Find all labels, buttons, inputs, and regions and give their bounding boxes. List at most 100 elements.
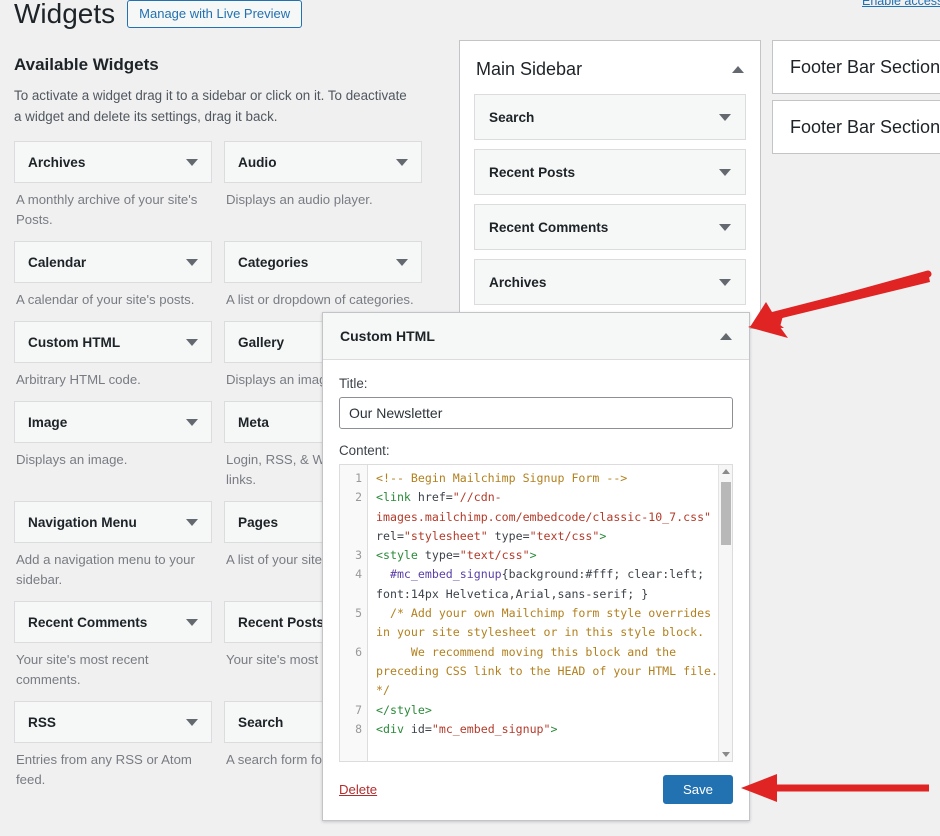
widget-description: A monthly archive of your site's Posts.	[16, 192, 198, 227]
available-widgets-title: Available Widgets	[14, 55, 159, 74]
widget-name: RSS	[28, 714, 56, 730]
available-widget-cell: Recent Comments Your site's most recent c…	[14, 601, 224, 701]
caret-down-icon[interactable]	[186, 418, 198, 426]
scroll-down-arrow-icon[interactable]	[722, 752, 730, 757]
code-line: <link href="//cdn-images.mailchimp.com/e…	[376, 488, 724, 546]
custom-html-panel-footer: Delete Save	[323, 762, 749, 820]
code-line: <!-- Begin Mailchimp Signup Form -->	[376, 469, 724, 488]
caret-down-icon[interactable]	[186, 618, 198, 626]
save-button[interactable]: Save	[662, 775, 733, 804]
code-token: We recommend moving this block and the p…	[376, 644, 719, 698]
code-token: >	[550, 721, 558, 736]
scrollbar-thumb[interactable]	[721, 482, 731, 545]
code-token: <!-- Begin Mailchimp Signup Form -->	[376, 471, 628, 485]
available-widget-rss[interactable]: RSS	[14, 701, 212, 743]
custom-html-panel-header[interactable]: Custom HTML	[323, 313, 749, 360]
widget-name: Recent Comments	[28, 614, 148, 630]
caret-down-icon[interactable]	[396, 258, 408, 266]
code-line: We recommend moving this block and the p…	[376, 643, 724, 701]
available-widget-cell: Categories A list or dropdown of categori…	[224, 241, 434, 321]
code-line: <div id="mc_embed_signup">	[376, 720, 724, 739]
caret-down-icon[interactable]	[186, 518, 198, 526]
delete-link[interactable]: Delete	[339, 782, 377, 797]
widget-name: Recent Comments	[489, 219, 609, 235]
available-widget-cell: Image Displays an image.	[14, 401, 224, 501]
available-widget-cell: Archives A monthly archive of your site's…	[14, 141, 224, 241]
available-widget-categories[interactable]: Categories	[224, 241, 422, 283]
footer-sidebars-column: Footer Bar Section 1 Footer Bar Section 2	[772, 40, 940, 160]
code-gutter: 1 2 3 4 5 6 7 8	[340, 465, 368, 761]
sidebar-widget-recent-posts[interactable]: Recent Posts	[474, 149, 746, 195]
caret-down-icon[interactable]	[719, 113, 731, 121]
footer-bar-section-1[interactable]: Footer Bar Section 1	[772, 40, 940, 94]
line-number: 6	[355, 645, 362, 659]
available-widget-archives[interactable]: Archives	[14, 141, 212, 183]
available-widget-recent-comments[interactable]: Recent Comments	[14, 601, 212, 643]
sidebar-widget-recent-comments[interactable]: Recent Comments	[474, 204, 746, 250]
title-input[interactable]	[339, 397, 733, 429]
code-token: href=	[417, 490, 453, 505]
code-token: #mc_embed_signup	[376, 567, 502, 582]
widget-description: A list or dropdown of categories.	[226, 292, 414, 307]
custom-html-panel-title: Custom HTML	[340, 328, 435, 344]
widget-name: Archives	[489, 274, 547, 290]
scroll-up-arrow-icon[interactable]	[722, 469, 730, 474]
line-number: 7	[355, 703, 362, 717]
caret-down-icon[interactable]	[719, 278, 731, 286]
footer-section-title: Footer Bar Section 1	[790, 56, 940, 77]
custom-html-widget-panel: Custom HTML Title: Content: 1 2 3 4 5 6 7 8 <!-…	[322, 312, 750, 821]
widget-description: A calendar of your site's posts.	[16, 292, 195, 307]
widget-description: Entries from any RSS or Atom feed.	[16, 752, 192, 787]
code-token: <style	[376, 548, 425, 563]
widget-name: Navigation Menu	[28, 514, 137, 530]
available-widget-navigation-menu[interactable]: Navigation Menu	[14, 501, 212, 543]
footer-bar-section-2[interactable]: Footer Bar Section 2	[772, 100, 940, 154]
code-token: type=	[424, 548, 460, 563]
caret-down-icon[interactable]	[186, 158, 198, 166]
caret-down-icon[interactable]	[719, 168, 731, 176]
widget-description: Displays an audio player.	[226, 192, 373, 207]
caret-down-icon[interactable]	[186, 258, 198, 266]
custom-html-panel-body: Title: Content: 1 2 3 4 5 6 7 8 <!-- Begin Mail…	[323, 360, 749, 762]
sidebar-widget-search[interactable]: Search	[474, 94, 746, 140]
available-widget-calendar[interactable]: Calendar	[14, 241, 212, 283]
widget-name: Categories	[238, 254, 309, 270]
code-line: </style>	[376, 701, 724, 720]
available-widget-custom-html[interactable]: Custom HTML	[14, 321, 212, 363]
code-content-area[interactable]: <!-- Begin Mailchimp Signup Form --> <lin…	[368, 465, 732, 761]
available-widget-cell: Audio Displays an audio player.	[224, 141, 434, 241]
available-widget-cell: Calendar A calendar of your site's posts.	[14, 241, 224, 321]
line-number: 3	[355, 548, 362, 562]
code-editor[interactable]: 1 2 3 4 5 6 7 8 <!-- Begin Mailchimp Signup For…	[339, 464, 733, 762]
widget-name: Meta	[238, 414, 269, 430]
caret-up-icon[interactable]	[720, 332, 732, 340]
available-widget-image[interactable]: Image	[14, 401, 212, 443]
main-sidebar-panel: Main Sidebar Search Recent Posts Recent Co…	[459, 40, 761, 329]
widget-description: Your site's most recent comments.	[16, 652, 149, 687]
code-line: #mc_embed_signup{background:#fff; clear:…	[376, 565, 724, 604]
code-token: "stylesheet"	[403, 528, 488, 543]
available-widget-audio[interactable]: Audio	[224, 141, 422, 183]
caret-up-icon[interactable]	[732, 66, 744, 73]
available-widget-cell: Custom HTML Arbitrary HTML code.	[14, 321, 224, 401]
widget-name: Search	[238, 714, 284, 730]
manage-with-live-preview-button[interactable]: Manage with Live Preview	[127, 0, 303, 28]
accessibility-mode-link[interactable]: Enable accessibility	[862, 0, 940, 8]
available-widget-cell: Navigation Menu Add a navigation menu to …	[14, 501, 224, 601]
widget-name: Calendar	[28, 254, 87, 270]
code-token: <div	[376, 721, 411, 736]
caret-down-icon[interactable]	[396, 158, 408, 166]
available-widget-cell: RSS Entries from any RSS or Atom feed.	[14, 701, 224, 801]
sidebar-widget-archives[interactable]: Archives	[474, 259, 746, 305]
main-sidebar-header[interactable]: Main Sidebar	[460, 41, 760, 94]
footer-section-title: Footer Bar Section 2	[790, 116, 940, 137]
code-token: <link	[376, 490, 418, 505]
code-editor-scrollbar[interactable]	[718, 465, 732, 761]
caret-down-icon[interactable]	[719, 223, 731, 231]
caret-down-icon[interactable]	[186, 338, 198, 346]
caret-down-icon[interactable]	[186, 718, 198, 726]
title-field-label: Title:	[339, 376, 368, 391]
code-token: >	[599, 528, 607, 543]
widget-name: Custom HTML	[28, 334, 121, 350]
code-line: <style type="text/css">	[376, 546, 724, 565]
